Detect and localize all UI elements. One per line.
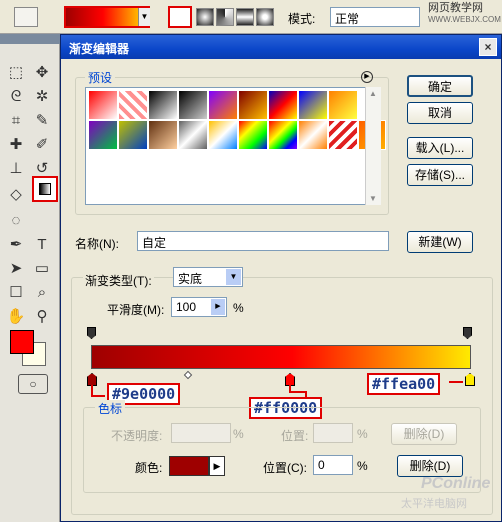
opacity-location-input	[313, 423, 353, 443]
load-button[interactable]: 载入(L)...	[407, 137, 473, 159]
preset-swatch[interactable]	[148, 120, 178, 150]
preset-swatch[interactable]	[148, 90, 178, 120]
delete-opacity-stop-button: 删除(D)	[391, 423, 457, 445]
gradient-type-label: 渐变类型(T):	[83, 272, 154, 289]
preset-swatch[interactable]	[118, 120, 148, 150]
preset-swatch[interactable]	[328, 120, 358, 150]
color-stops-label: 色标	[95, 400, 126, 417]
preset-swatch[interactable]	[268, 90, 298, 120]
marquee-tool-icon[interactable]: ⬚	[4, 62, 28, 84]
type-tool-icon[interactable]: T	[30, 234, 54, 256]
presets-menu-icon[interactable]: ▶	[361, 71, 373, 83]
eyedropper-icon[interactable]: ✎	[30, 110, 54, 132]
crop-tool-icon[interactable]: ⌗	[4, 110, 28, 132]
save-button[interactable]: 存储(S)...	[407, 164, 473, 186]
color-location-label: 位置(C):	[263, 461, 307, 475]
preset-swatch[interactable]	[268, 120, 298, 150]
angle-gradient-button[interactable]	[216, 8, 234, 26]
preset-swatch[interactable]	[238, 120, 268, 150]
watermark: 网页教学网 WWW.WEBJX.COM	[428, 2, 501, 24]
lasso-tool-icon[interactable]: ᘓ	[4, 86, 28, 108]
opacity-input	[171, 423, 231, 443]
new-button[interactable]: 新建(W)	[407, 231, 473, 253]
toolbox: ⬚ ✥ ᘓ ✲ ⌗ ✎ ✚ ✐ ⊥ ↺ ◇ ◌ ✒ T ➤ ▭ ☐ ⌕ ✋ ⚲ …	[0, 34, 60, 522]
color-location-percent: %	[357, 459, 368, 473]
linear-gradient-button[interactable]	[168, 6, 192, 28]
reflected-gradient-button[interactable]	[236, 8, 254, 26]
preset-swatch[interactable]	[178, 120, 208, 150]
annotation-arrow	[91, 395, 105, 397]
toolbox-header	[0, 34, 60, 44]
presets-label: 预设	[85, 69, 116, 86]
smoothness-input[interactable]: 100 ▶	[171, 297, 227, 317]
preset-swatch[interactable]	[298, 120, 328, 150]
quick-mask-icon[interactable]: ○	[18, 374, 48, 394]
watermark-logo: PConline	[421, 475, 491, 492]
blur-tool-icon[interactable]: ◌	[4, 210, 28, 232]
delete-color-stop-button[interactable]: 删除(D)	[397, 455, 463, 477]
chevron-right-icon[interactable]: ▶	[211, 299, 225, 315]
gradient-editor-dialog: 渐变编辑器 × 预设 ▶ ▲ ▼ 确定 取消 载入(L)... 存储(S)...…	[60, 34, 502, 522]
clone-stamp-icon[interactable]: ⊥	[4, 158, 28, 180]
smoothness-percent: %	[233, 301, 244, 315]
gradient-tool-icon[interactable]	[32, 176, 58, 202]
name-input[interactable]: 自定	[137, 231, 389, 251]
healing-brush-icon[interactable]: ✚	[4, 134, 28, 156]
preset-swatch[interactable]	[88, 120, 118, 150]
brush-tool-icon[interactable]: ✐	[30, 134, 54, 156]
gradient-type-select[interactable]: 实底 ▼	[173, 267, 243, 287]
preset-swatch[interactable]	[118, 90, 148, 120]
opacity-location-percent: %	[357, 427, 368, 441]
shape-tool-icon[interactable]: ▭	[30, 258, 54, 280]
opacity-label: 不透明度:	[111, 429, 163, 443]
preset-swatch[interactable]	[88, 90, 118, 120]
presets-scrollbar[interactable]: ▲ ▼	[365, 87, 381, 205]
move-tool-icon[interactable]: ✥	[30, 62, 54, 84]
zoom-tool-icon[interactable]: ⚲	[30, 306, 54, 328]
options-bar: ▼ 模式: 正常 网页教学网 WWW.WEBJX.COM	[0, 0, 502, 34]
gradient-bar[interactable]	[91, 345, 471, 369]
opacity-percent: %	[233, 427, 244, 441]
radial-gradient-button[interactable]	[196, 8, 214, 26]
opacity-location-label: 位置:	[281, 429, 309, 443]
foreground-color-swatch[interactable]	[10, 330, 34, 354]
tool-preset-picker[interactable]	[14, 7, 38, 27]
watermark-text: 太平洋电脑网	[401, 498, 467, 510]
magic-wand-icon[interactable]: ✲	[30, 86, 54, 108]
mode-select[interactable]: 正常	[330, 7, 420, 27]
annotation-right-color: #ffea00	[367, 373, 441, 395]
name-label: 名称(N):	[75, 237, 119, 251]
ok-button[interactable]: 确定	[407, 75, 473, 97]
color-label: 颜色:	[135, 461, 163, 475]
notes-tool-icon[interactable]: ☐	[4, 282, 28, 304]
path-select-icon[interactable]: ➤	[4, 258, 28, 280]
chevron-down-icon[interactable]: ▼	[226, 269, 241, 285]
pen-tool-icon[interactable]: ✒	[4, 234, 28, 256]
color-location-input[interactable]: 0	[313, 455, 353, 475]
hand-tool-icon[interactable]: ✋	[4, 306, 28, 328]
close-icon[interactable]: ×	[479, 38, 497, 56]
preset-swatch[interactable]	[328, 90, 358, 120]
preset-swatch[interactable]	[298, 90, 328, 120]
preset-swatch[interactable]	[208, 90, 238, 120]
chevron-right-icon[interactable]: ▶	[209, 456, 225, 476]
presets-swatch-grid	[85, 87, 386, 205]
stop-color-swatch[interactable]	[169, 456, 209, 476]
diamond-gradient-button[interactable]	[256, 8, 274, 26]
preset-swatch[interactable]	[178, 90, 208, 120]
mode-label: 模式:	[288, 12, 316, 26]
smoothness-label: 平滑度(M):	[107, 303, 165, 317]
eraser-tool-icon[interactable]: ◇	[4, 184, 28, 206]
chevron-down-icon[interactable]: ▼	[138, 8, 150, 26]
measure-tool-icon[interactable]: ⌕	[30, 282, 54, 304]
preset-swatch[interactable]	[208, 120, 238, 150]
preset-swatch[interactable]	[238, 90, 268, 120]
annotation-arrow	[449, 381, 463, 383]
dialog-title: 渐变编辑器	[69, 42, 130, 56]
dialog-titlebar: 渐变编辑器 ×	[61, 35, 501, 59]
cancel-button[interactable]: 取消	[407, 102, 473, 124]
